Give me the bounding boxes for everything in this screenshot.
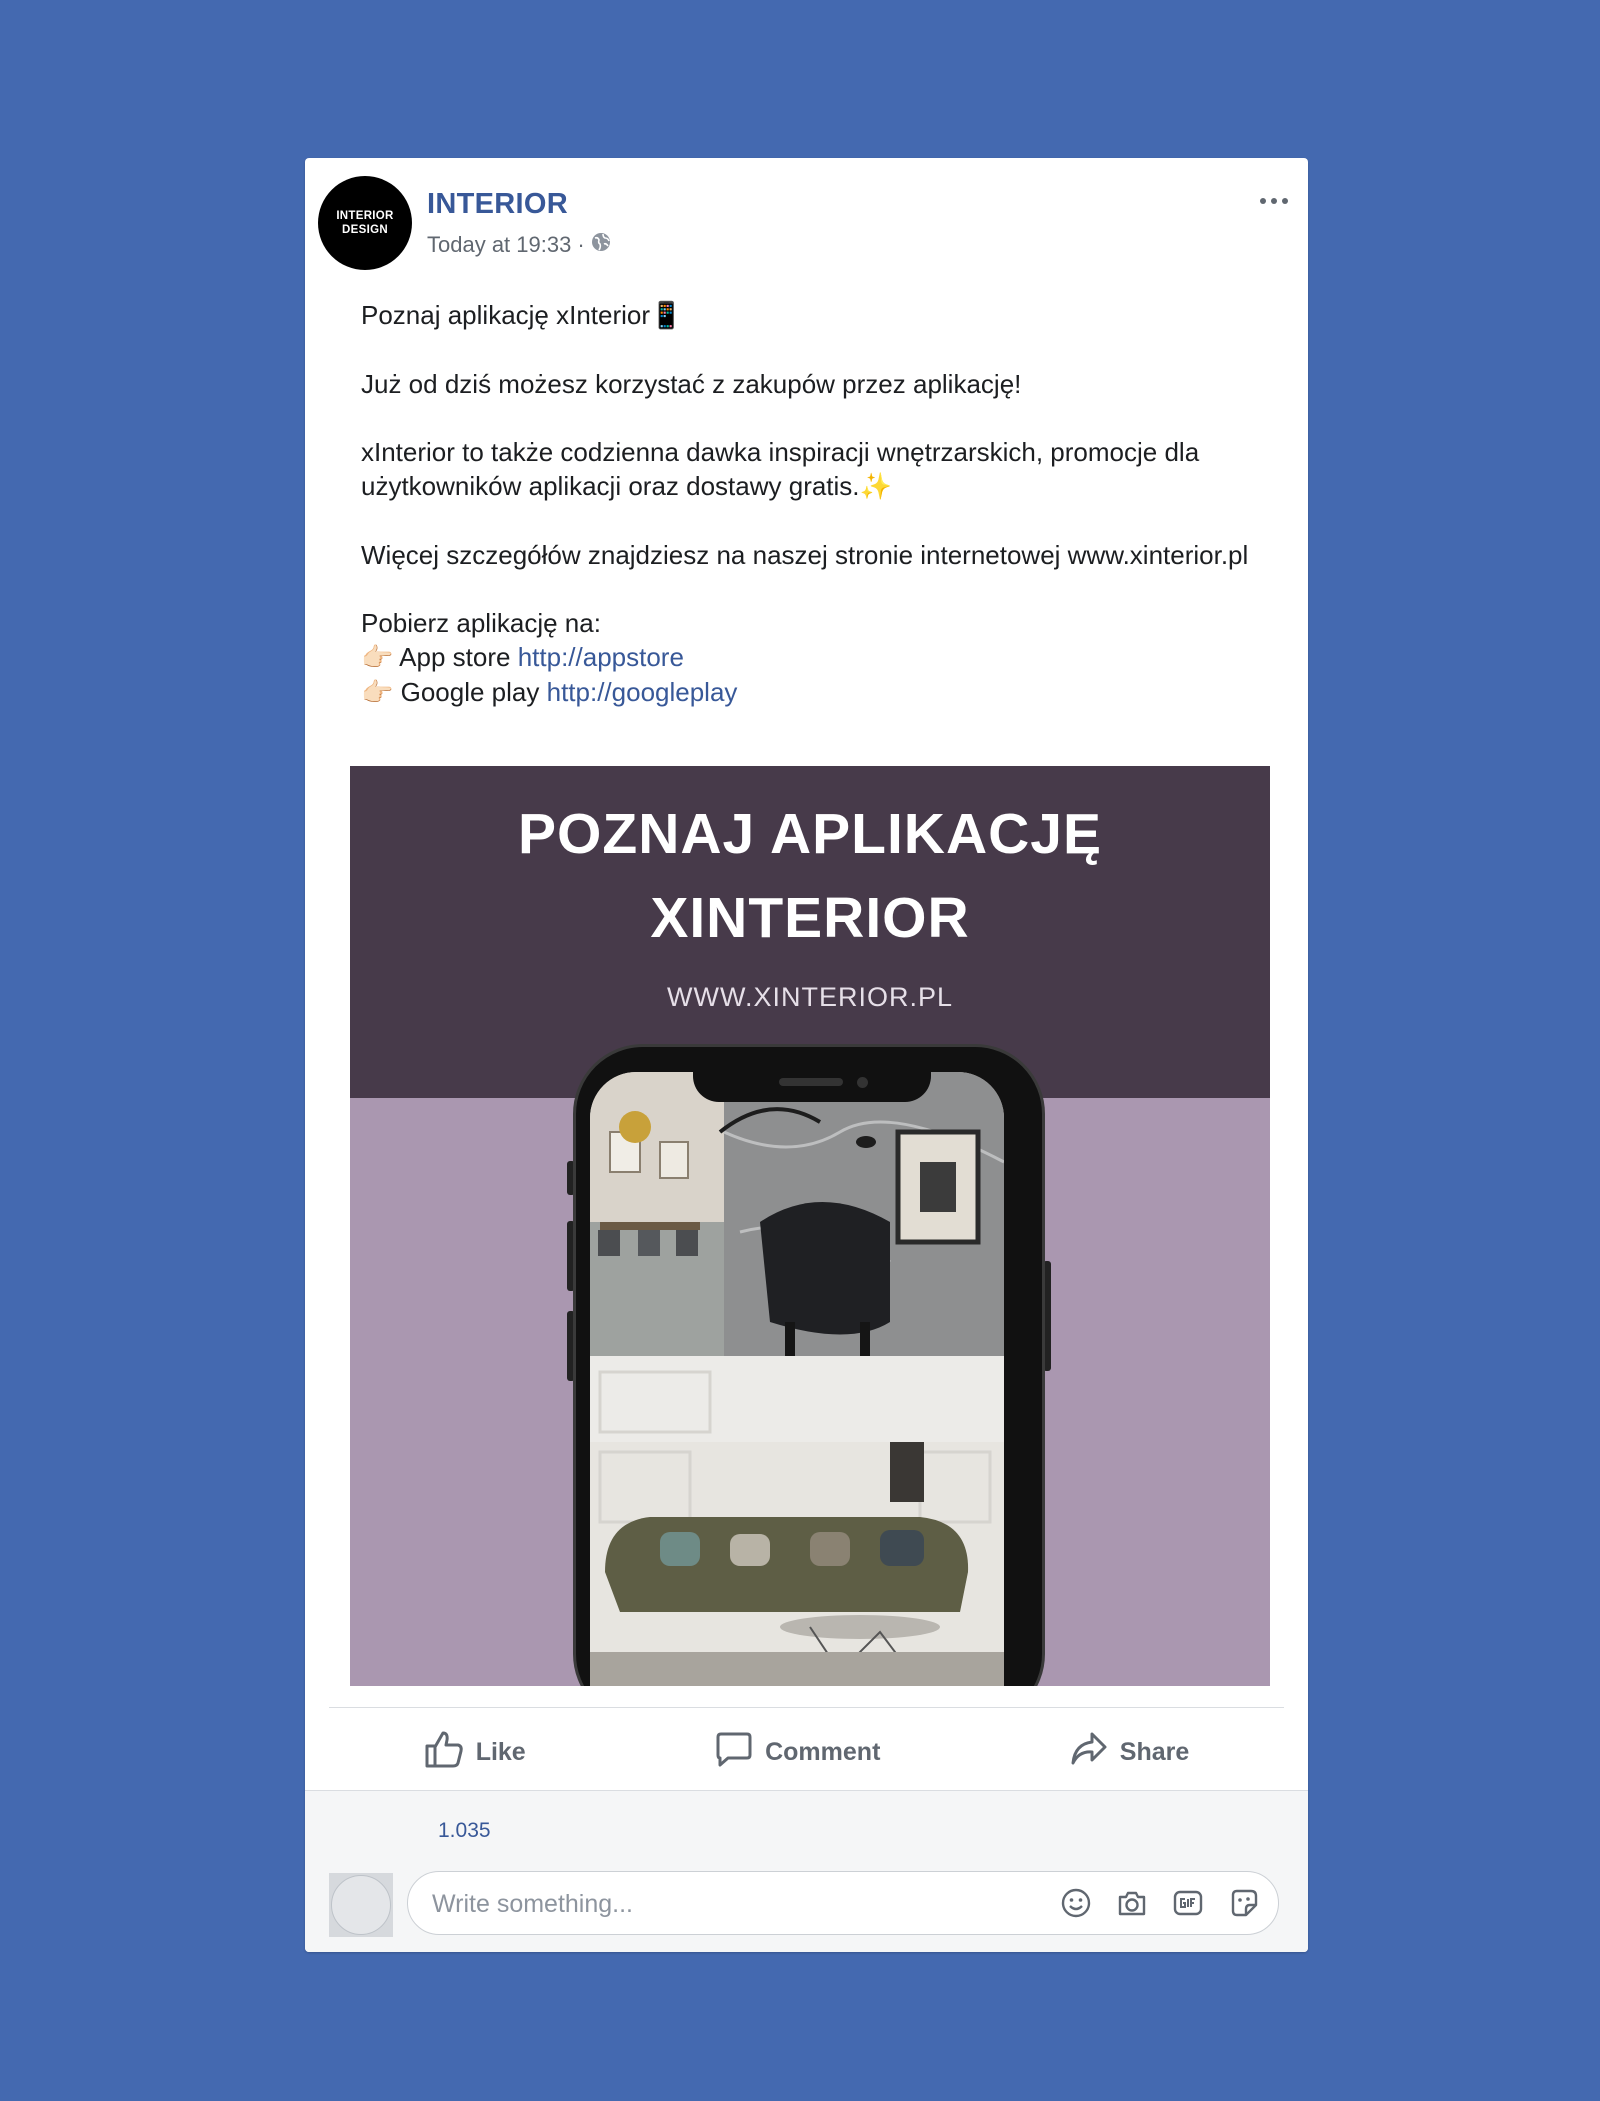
phone-camera bbox=[857, 1077, 868, 1088]
post-line-website: Więcej szczegółów znajdziesz na naszej s… bbox=[361, 540, 1249, 570]
comment-bubble-icon bbox=[715, 1731, 753, 1774]
avatar-text-line2: DESIGN bbox=[342, 224, 388, 236]
gif-icon[interactable] bbox=[1172, 1887, 1204, 1919]
phone-speaker bbox=[779, 1078, 843, 1086]
post-line-download: Pobierz aplikację na: 👉🏻 App store http:… bbox=[361, 608, 738, 708]
more-options-icon[interactable] bbox=[1260, 198, 1288, 204]
comment-input[interactable] bbox=[430, 1872, 1014, 1936]
phone-screen-collage bbox=[590, 1072, 1004, 1686]
meta-separator: · bbox=[577, 232, 585, 257]
share-button[interactable]: Share bbox=[1070, 1731, 1189, 1774]
like-button[interactable]: Like bbox=[424, 1730, 526, 1775]
post-line-inspiration: xInterior to także codzienna dawka inspi… bbox=[361, 437, 1200, 502]
post-footer: 1.035 bbox=[305, 1790, 1308, 1952]
comment-label: Comment bbox=[765, 1737, 881, 1766]
interior-collage-illustration bbox=[590, 1072, 1004, 1686]
avatar-text-line1: INTERIOR bbox=[336, 210, 394, 222]
googleplay-label: Google play bbox=[400, 677, 540, 707]
comment-box[interactable] bbox=[407, 1871, 1279, 1936]
page-name[interactable]: INTERIOR bbox=[427, 188, 568, 221]
comment-button[interactable]: Comment bbox=[715, 1731, 880, 1774]
like-label: Like bbox=[475, 1737, 526, 1766]
post-card: INTERIOR DESIGN INTERIOR Today at 19:33 … bbox=[305, 158, 1308, 1952]
appstore-link[interactable]: http://appstore bbox=[518, 642, 684, 672]
promo-url: WWW.XINTERIOR.PL bbox=[667, 982, 953, 1012]
camera-icon[interactable] bbox=[1116, 1887, 1148, 1919]
promo-title: POZNAJ APLIKACJĘ XINTERIOR bbox=[518, 802, 1102, 950]
pointing-hand-icon: 👉🏻 bbox=[361, 678, 394, 708]
phone-emoji-icon: 📱 bbox=[650, 301, 683, 331]
comment-tools bbox=[1060, 1887, 1260, 1919]
post-image[interactable]: POZNAJ APLIKACJĘ XINTERIOR WWW.XINTERIOR… bbox=[350, 766, 1270, 1686]
current-user-avatar bbox=[329, 1873, 393, 1937]
post-line-shopping: Już od dziś możesz korzystać z zakupów p… bbox=[361, 369, 1022, 399]
appstore-label: App store bbox=[399, 642, 511, 672]
sticker-icon[interactable] bbox=[1228, 1887, 1260, 1919]
googleplay-link[interactable]: http://googleplay bbox=[547, 677, 738, 707]
page-avatar[interactable]: INTERIOR DESIGN bbox=[318, 176, 412, 270]
share-label: Share bbox=[1119, 1737, 1190, 1766]
sparkles-emoji-icon: ✨ bbox=[859, 472, 892, 502]
actions-divider bbox=[329, 1707, 1284, 1708]
post-meta: Today at 19:33 · bbox=[427, 232, 611, 258]
post-line-intro: Poznaj aplikację xInterior📱 bbox=[361, 300, 683, 331]
post-timestamp[interactable]: Today at 19:33 bbox=[427, 232, 571, 258]
reactions-count[interactable]: 1.035 bbox=[438, 1819, 491, 1843]
share-arrow-icon bbox=[1070, 1731, 1108, 1774]
emoji-icon[interactable] bbox=[1060, 1887, 1092, 1919]
post-text: Poznaj aplikację xInterior📱 Już od dziś … bbox=[361, 298, 1261, 710]
globe-icon bbox=[591, 232, 611, 258]
pointing-hand-icon: 👉🏻 bbox=[361, 643, 394, 673]
post-actions: Like Comment Share bbox=[329, 1716, 1284, 1788]
thumbs-up-icon bbox=[424, 1730, 464, 1775]
